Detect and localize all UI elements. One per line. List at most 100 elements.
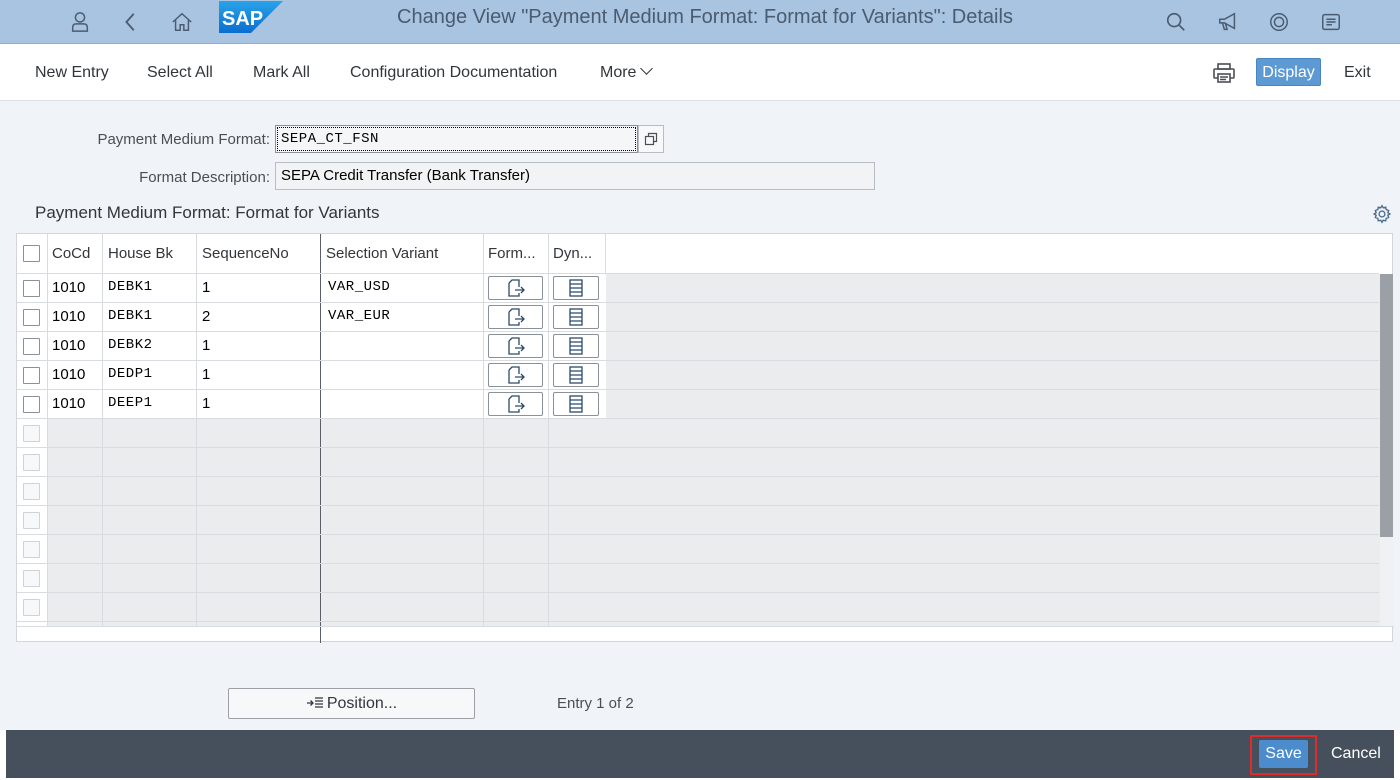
col-header-sequence-no[interactable]: SequenceNo	[202, 234, 317, 274]
cell-house-bank[interactable]: DEBK1	[108, 273, 153, 302]
position-button[interactable]: Position...	[228, 688, 475, 719]
cell-sequence-no[interactable]: 1	[202, 360, 210, 389]
cell-cocd[interactable]: 1010	[52, 302, 85, 331]
cell-sequence-no[interactable]: 1	[202, 273, 210, 302]
dynamic-selection-button[interactable]	[553, 363, 599, 387]
cell-cocd[interactable]: 1010	[52, 331, 85, 360]
payment-medium-format-label: Payment Medium Format:	[97, 131, 270, 148]
row-divider	[17, 534, 1379, 535]
row-select-checkbox	[23, 599, 40, 616]
list-icon	[569, 337, 583, 355]
exit-button[interactable]: Exit	[1344, 61, 1371, 85]
new-entry-button[interactable]: New Entry	[35, 61, 109, 85]
row-divider	[17, 563, 1379, 564]
col-header-cocd[interactable]: CoCd	[52, 234, 102, 274]
row-divider	[17, 331, 1379, 332]
table-empty-area	[606, 274, 1380, 626]
table-vertical-scrollbar[interactable]	[1380, 274, 1393, 626]
select-all-button[interactable]: Select All	[147, 61, 213, 85]
configuration-documentation-button[interactable]: Configuration Documentation	[350, 61, 557, 85]
cell-cocd[interactable]: 1010	[52, 360, 85, 389]
help-icon[interactable]	[1261, 4, 1297, 40]
row-divider	[17, 302, 1379, 303]
row-divider	[17, 621, 1379, 622]
format-parameters-button[interactable]	[488, 305, 543, 329]
format-description-field: SEPA Credit Transfer (Bank Transfer)	[275, 162, 875, 190]
row-select-checkbox	[23, 454, 40, 471]
menu-icon[interactable]	[1313, 4, 1349, 40]
cell-sequence-no[interactable]: 1	[202, 389, 210, 418]
column-divider	[548, 234, 549, 626]
variants-table: CoCd House Bk SequenceNo Selection Varia…	[16, 233, 1394, 643]
cell-sequence-no[interactable]: 1	[202, 331, 210, 360]
more-menu-button[interactable]: More	[600, 61, 654, 85]
list-icon	[569, 279, 583, 297]
sap-logo[interactable]: SAP	[219, 1, 283, 33]
column-divider	[102, 234, 103, 626]
save-button[interactable]: Save	[1259, 740, 1308, 768]
column-divider	[196, 234, 197, 626]
row-select-checkbox[interactable]	[23, 338, 40, 355]
table-bottom-divider	[17, 626, 1394, 627]
cell-cocd[interactable]: 1010	[52, 273, 85, 302]
list-icon	[569, 308, 583, 326]
col-header-format[interactable]: Form...	[488, 234, 548, 274]
column-divider	[483, 234, 484, 626]
row-select-checkbox[interactable]	[23, 367, 40, 384]
home-icon[interactable]	[164, 4, 200, 40]
export-icon	[507, 308, 525, 326]
cell-house-bank[interactable]: DEDP1	[108, 360, 153, 389]
user-icon[interactable]	[62, 4, 98, 40]
cell-selection-variant[interactable]: VAR_EUR	[328, 302, 390, 331]
mark-all-button[interactable]: Mark All	[253, 61, 310, 85]
cell-sequence-no[interactable]: 2	[202, 302, 210, 331]
display-button[interactable]: Display	[1256, 58, 1321, 86]
export-icon	[507, 337, 525, 355]
back-icon[interactable]	[113, 4, 149, 40]
col-header-house-bank[interactable]: House Bk	[108, 234, 198, 274]
notifications-icon[interactable]	[1210, 4, 1246, 40]
list-icon	[569, 366, 583, 384]
format-parameters-button[interactable]	[488, 334, 543, 358]
cancel-button[interactable]: Cancel	[1331, 742, 1381, 766]
table-empty-rows-area	[47, 419, 606, 626]
row-select-checkbox[interactable]	[23, 309, 40, 326]
select-all-rows-checkbox[interactable]	[23, 245, 40, 262]
format-description-label: Format Description:	[139, 169, 270, 186]
header-divider	[17, 273, 1379, 274]
column-divider	[605, 234, 606, 274]
row-divider	[17, 447, 1379, 448]
scrollbar-thumb[interactable]	[1380, 274, 1393, 537]
row-select-checkbox[interactable]	[23, 396, 40, 413]
cell-house-bank[interactable]: DEBK2	[108, 331, 153, 360]
row-select-checkbox[interactable]	[23, 280, 40, 297]
dynamic-selection-button[interactable]	[553, 305, 599, 329]
payment-medium-format-field[interactable]: SEPA_CT_FSN	[275, 125, 638, 153]
page-title: Change View "Payment Medium Format: Form…	[397, 6, 1013, 28]
col-header-selection-variant[interactable]: Selection Variant	[326, 234, 481, 274]
export-icon	[507, 279, 525, 297]
format-parameters-button[interactable]	[488, 276, 543, 300]
col-header-dynamic[interactable]: Dyn...	[553, 234, 605, 274]
cell-house-bank[interactable]: DEEP1	[108, 389, 153, 418]
fixed-column-divider	[320, 234, 321, 643]
chevron-down-icon	[640, 62, 654, 75]
export-icon	[507, 366, 525, 384]
print-icon[interactable]	[1212, 61, 1236, 85]
export-icon	[507, 395, 525, 413]
row-divider	[17, 592, 1379, 593]
table-section-title: Payment Medium Format: Format for Varian…	[35, 203, 380, 222]
shell-bar: SAP Change View "Payment Medium Format: …	[0, 0, 1400, 44]
dynamic-selection-button[interactable]	[553, 276, 599, 300]
value-help-icon[interactable]	[638, 125, 664, 153]
cell-house-bank[interactable]: DEBK1	[108, 302, 153, 331]
dynamic-selection-button[interactable]	[553, 334, 599, 358]
cell-selection-variant[interactable]: VAR_USD	[328, 273, 390, 302]
format-parameters-button[interactable]	[488, 392, 543, 416]
position-button-label: Position...	[326, 695, 398, 712]
dynamic-selection-button[interactable]	[553, 392, 599, 416]
search-icon[interactable]	[1158, 4, 1194, 40]
cell-cocd[interactable]: 1010	[52, 389, 85, 418]
gear-icon[interactable]	[1372, 204, 1392, 224]
format-parameters-button[interactable]	[488, 363, 543, 387]
